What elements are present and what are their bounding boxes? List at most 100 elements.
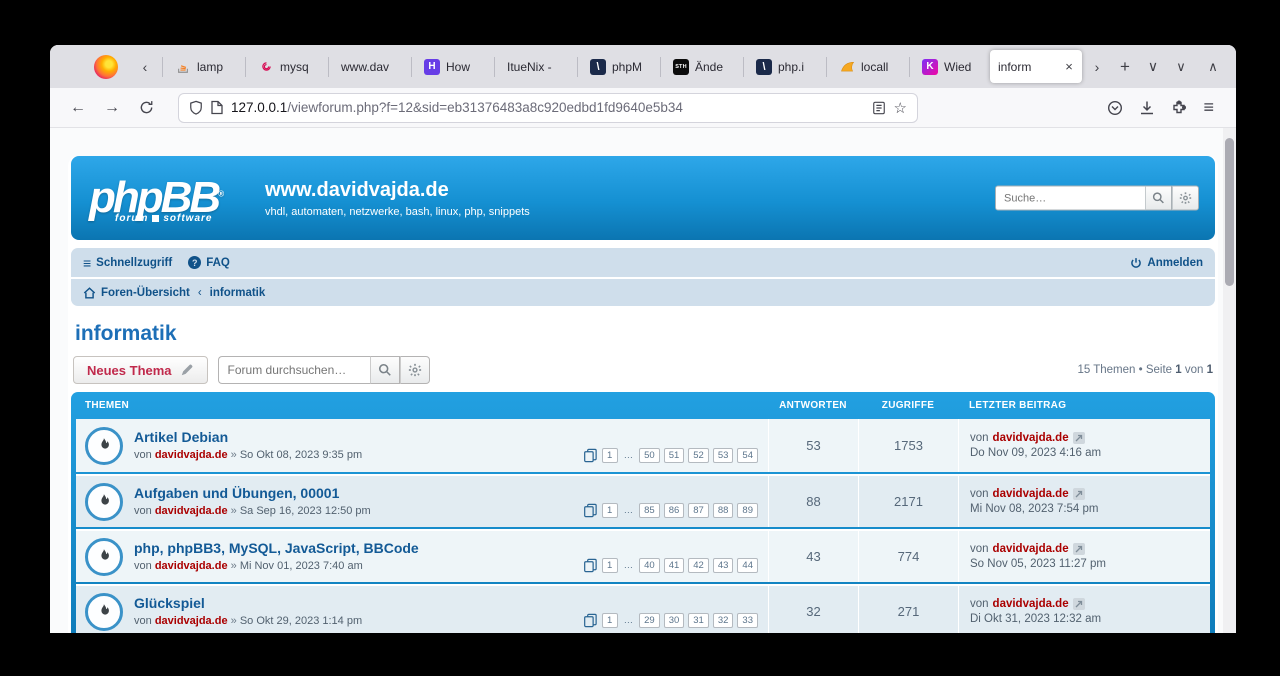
forum-search-gear-icon[interactable] <box>400 356 430 384</box>
extensions-puzzle-icon[interactable] <box>1171 100 1187 116</box>
tab-locall[interactable]: locall <box>831 50 905 83</box>
topic-title-link[interactable]: Glückspiel <box>134 595 362 611</box>
goto-last-post-icon[interactable] <box>1073 488 1085 500</box>
tab-php-i[interactable]: \ php.i <box>748 50 822 83</box>
forum-search-button[interactable] <box>370 356 400 384</box>
table-row: Aufgaben und Übungen, 00001 von davidvaj… <box>76 474 1210 527</box>
firefox-logo-icon <box>94 55 118 79</box>
tab-separator <box>494 57 495 77</box>
page-button[interactable]: 40 <box>639 558 660 573</box>
quick-links-menu[interactable]: ≡ Schnellzugriff <box>83 256 172 270</box>
page-button[interactable]: 1 <box>602 503 618 518</box>
pocket-icon[interactable] <box>1107 100 1123 116</box>
tab-wied[interactable]: K Wied <box>914 50 988 83</box>
topic-author-link[interactable]: davidvajda.de <box>155 560 228 572</box>
page-button[interactable]: 1 <box>602 613 618 628</box>
tab-label: How <box>446 60 470 74</box>
tab-mysq[interactable]: mysq <box>250 50 324 83</box>
page-button[interactable]: 29 <box>639 613 660 628</box>
tab-phpm[interactable]: \ phpM <box>582 50 656 83</box>
goto-last-post-icon[interactable] <box>1073 432 1085 444</box>
last-post-author-link[interactable]: davidvajda.de <box>993 432 1069 444</box>
page-button[interactable]: 52 <box>688 448 709 463</box>
window-maximize-button[interactable]: ∧ <box>1200 54 1226 80</box>
list-tabs-button[interactable]: ∨ <box>1140 54 1166 80</box>
browser-tab-bar: ‹ lamp mysq www.dav H <box>50 45 1236 88</box>
page-button[interactable]: 86 <box>664 503 685 518</box>
url-bar[interactable]: 127.0.0.1/viewforum.php?f=12&sid=eb31376… <box>178 93 918 123</box>
page-button[interactable]: 88 <box>713 503 734 518</box>
bookmark-star-icon[interactable]: ☆ <box>894 99 907 117</box>
goto-last-post-icon[interactable] <box>1073 598 1085 610</box>
forum-search-input[interactable] <box>218 356 370 384</box>
page-button[interactable]: 54 <box>737 448 758 463</box>
tab-scroll-right-button[interactable]: › <box>1084 54 1110 80</box>
download-icon[interactable] <box>1139 100 1155 116</box>
forward-button[interactable]: → <box>98 94 126 122</box>
breadcrumb-current-link[interactable]: informatik <box>210 287 266 299</box>
shield-icon[interactable] <box>189 100 203 115</box>
reader-mode-icon[interactable] <box>872 101 886 115</box>
page-button[interactable]: 53 <box>713 448 734 463</box>
new-tab-button[interactable]: + <box>1112 54 1138 80</box>
page-button[interactable]: 87 <box>688 503 709 518</box>
tab-www-dav[interactable]: www.dav <box>333 50 407 83</box>
topic-title-link[interactable]: Aufgaben und Übungen, 00001 <box>134 485 371 501</box>
stackoverflow-favicon <box>175 59 191 75</box>
forum-title: informatik <box>75 322 1211 346</box>
page-button[interactable]: 32 <box>713 613 734 628</box>
faq-link[interactable]: ? FAQ <box>188 256 230 269</box>
page-button[interactable]: 44 <box>737 558 758 573</box>
last-post-author-link[interactable]: davidvajda.de <box>993 488 1069 500</box>
window-close-button[interactable]: × <box>1232 54 1236 80</box>
last-post-date: Mi Nov 08, 2023 7:54 pm <box>970 503 1210 515</box>
page-button[interactable]: 31 <box>688 613 709 628</box>
tab-aende[interactable]: STH Ände <box>665 50 739 83</box>
topic-title-link[interactable]: Artikel Debian <box>134 429 362 445</box>
url-path: /viewforum.php?f=12&sid=eb31376483a8c920… <box>287 100 683 115</box>
last-post-cell: von davidvajda.de Do Nov 09, 2023 4:16 a… <box>958 419 1210 472</box>
page-button[interactable]: 30 <box>664 613 685 628</box>
page-button[interactable]: 89 <box>737 503 758 518</box>
header-search-advanced-gear-icon[interactable] <box>1172 186 1199 211</box>
last-post-author-link[interactable]: davidvajda.de <box>993 598 1069 610</box>
scrollbar-track[interactable] <box>1223 128 1236 633</box>
phpbb-logo[interactable]: phpBB® forumsoftware <box>89 176 239 220</box>
new-topic-button[interactable]: Neues Thema <box>73 356 208 384</box>
header-search-button[interactable] <box>1145 186 1172 211</box>
goto-last-post-icon[interactable] <box>1073 543 1085 555</box>
page-button[interactable]: 43 <box>713 558 734 573</box>
tab-how[interactable]: H How <box>416 50 490 83</box>
topic-meta: von davidvajda.de » Sa Sep 16, 2023 12:5… <box>134 505 371 517</box>
menu-hamburger-icon[interactable]: ≡ <box>1203 97 1214 118</box>
breadcrumb-separator: ‹ <box>198 287 202 299</box>
phpbb-page: phpBB® forumsoftware www.davidvajda.de v… <box>68 156 1218 633</box>
page-button[interactable]: 42 <box>688 558 709 573</box>
tab-ituenix[interactable]: ItueNix - <box>499 50 573 83</box>
page-button[interactable]: 85 <box>639 503 660 518</box>
login-link[interactable]: Anmelden <box>1130 257 1203 269</box>
header-search-input[interactable] <box>995 186 1145 211</box>
topic-author-link[interactable]: davidvajda.de <box>155 505 228 517</box>
scrollbar-thumb[interactable] <box>1225 138 1234 286</box>
toolbar-right-icons: ≡ <box>1107 97 1222 118</box>
page-button[interactable]: 50 <box>639 448 660 463</box>
breadcrumb-home-link[interactable]: Foren-Übersicht <box>83 287 190 299</box>
tab-scroll-left-button[interactable]: ‹ <box>132 54 158 80</box>
reload-button[interactable] <box>132 94 160 122</box>
site-title[interactable]: www.davidvajda.de <box>265 179 530 202</box>
page-button[interactable]: 33 <box>737 613 758 628</box>
tab-inform-active[interactable]: inform × <box>990 50 1082 83</box>
topic-author-link[interactable]: davidvajda.de <box>155 615 228 627</box>
topic-title-link[interactable]: php, phpBB3, MySQL, JavaScript, BBCode <box>134 540 419 556</box>
topic-author-link[interactable]: davidvajda.de <box>155 449 228 461</box>
page-button[interactable]: 1 <box>602 558 618 573</box>
back-button[interactable]: ← <box>64 94 92 122</box>
page-button[interactable]: 41 <box>664 558 685 573</box>
page-button[interactable]: 1 <box>602 448 618 463</box>
tab-lamp[interactable]: lamp <box>167 50 241 83</box>
window-minimize-button[interactable]: ∨ <box>1168 54 1194 80</box>
last-post-author-link[interactable]: davidvajda.de <box>993 543 1069 555</box>
page-button[interactable]: 51 <box>664 448 685 463</box>
tab-close-icon[interactable]: × <box>1061 58 1077 74</box>
